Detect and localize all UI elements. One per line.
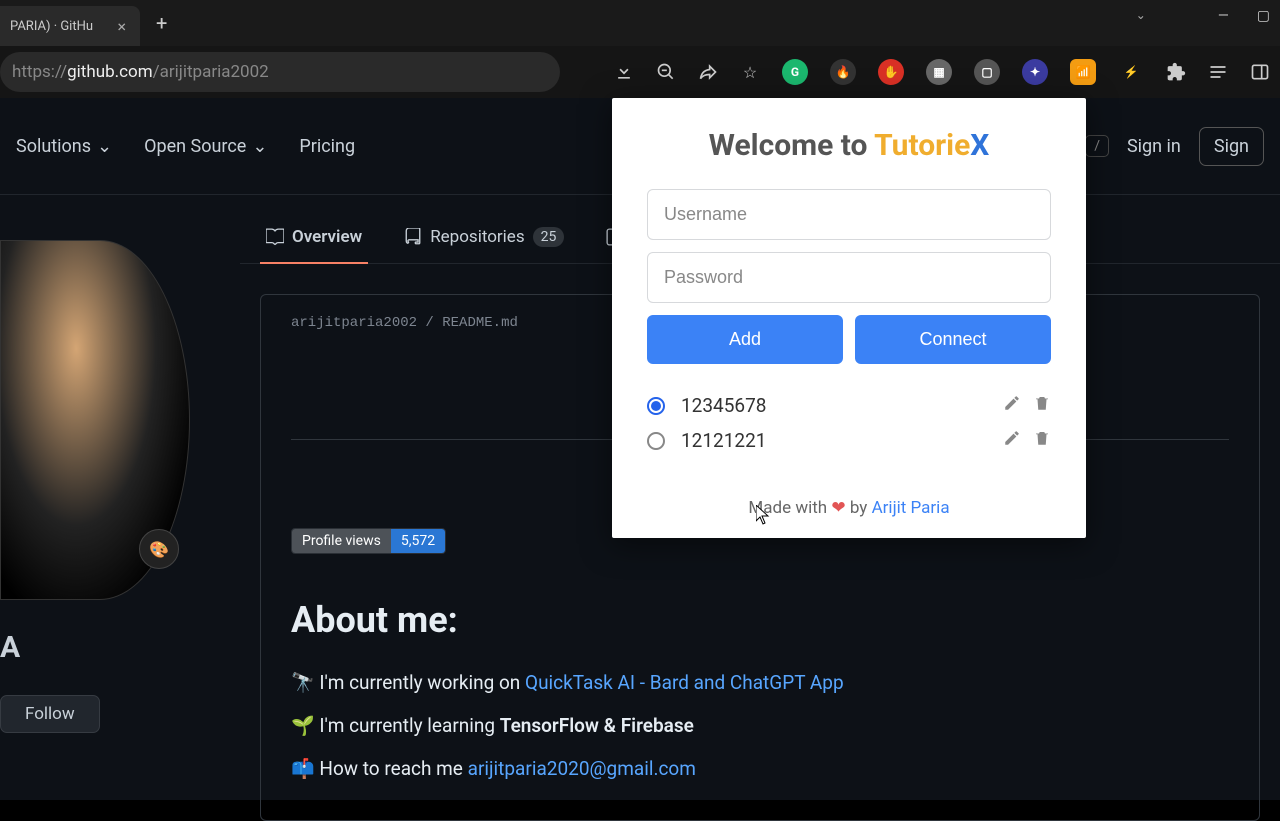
about-heading: About me: [291,599,1229,641]
nav-pricing[interactable]: Pricing [299,136,355,157]
chevron-down-icon: ⌄ [252,136,267,157]
email-link[interactable]: arijitparia2020@gmail.com [468,757,696,780]
popup-footer: Made with ❤ by Arijit Paria [647,498,1051,518]
ext-icon-2[interactable]: 🔥 [830,59,856,85]
window-controls: ⌄ — ▢ [1126,0,1280,32]
edit-icon[interactable] [1003,429,1021,452]
about-item: 📫 How to reach me arijitparia2020@gmail.… [291,757,1229,780]
tabs-dropdown-icon[interactable]: ⌄ [1136,8,1146,24]
book-icon [266,228,284,246]
chevron-down-icon: ⌄ [97,136,112,157]
add-button[interactable]: Add [647,315,843,364]
profile-avatar[interactable]: 🎨 [0,240,190,600]
username-input[interactable] [647,189,1051,240]
address-input[interactable]: https://github.com/arijitparia2002 [0,52,560,92]
share-icon[interactable] [698,62,718,82]
ext-icon-4[interactable]: ▦ [926,59,952,85]
project-link[interactable]: QuickTask AI - Bard and ChatGPT App [525,671,844,694]
author-link[interactable]: Arijit Paria [872,498,950,518]
delete-icon[interactable] [1033,394,1051,417]
follow-button[interactable]: Follow [0,695,100,733]
popup-title: Welcome to TutorieX [647,128,1051,163]
avatar-status-badge[interactable]: 🎨 [139,529,179,569]
nav-open-source[interactable]: Open Source ⌄ [144,136,267,157]
repo-count-badge: 25 [533,227,565,247]
account-row[interactable]: 12121221 [647,423,1051,458]
ext-icon-5[interactable]: ▢ [974,59,1000,85]
browser-tab[interactable]: PARIA) · GitHu × [0,6,140,46]
edit-icon[interactable] [1003,394,1021,417]
sign-in-link[interactable]: Sign in [1127,136,1181,157]
maximize-icon[interactable]: ▢ [1257,8,1270,24]
zoom-icon[interactable] [656,62,676,82]
extensions-puzzle-icon[interactable] [1166,62,1186,82]
profile-sidebar: 🎨 A Follow [0,195,240,821]
search-shortcut-hint[interactable]: / [1085,135,1109,157]
close-tab-icon[interactable]: × [113,17,130,36]
account-row[interactable]: 12345678 [647,388,1051,423]
repo-icon [404,228,422,246]
ext-icon-3[interactable]: ✋ [878,59,904,85]
browser-tab-bar: PARIA) · GitHu × + ⌄ — ▢ [0,0,1280,46]
download-icon[interactable] [614,62,634,82]
connect-button[interactable]: Connect [855,315,1051,364]
radio-selected-icon[interactable] [647,397,665,415]
profile-views-badge: Profile views 5,572 [291,528,446,554]
account-list: 12345678 12121221 [647,388,1051,458]
delete-icon[interactable] [1033,429,1051,452]
tab-repositories[interactable]: Repositories 25 [398,217,570,263]
minimize-icon[interactable]: — [1218,8,1229,24]
tutoriex-ext-icon[interactable]: 📶 [1070,59,1096,85]
password-input[interactable] [647,252,1051,303]
radio-unselected-icon[interactable] [647,432,665,450]
new-tab-button[interactable]: + [156,11,167,35]
tab-title: PARIA) · GitHu [10,19,113,34]
ext-icon-6[interactable]: ✦ [1022,59,1048,85]
url-bar: https://github.com/arijitparia2002 ☆ G 🔥… [0,46,1280,98]
about-item: 🌱 I'm currently learning TensorFlow & Fi… [291,714,1229,737]
sign-up-button[interactable]: Sign [1199,127,1264,166]
about-list: 🔭 I'm currently working on QuickTask AI … [291,671,1229,780]
bookmark-star-icon[interactable]: ☆ [740,62,760,82]
sidebar-toggle-icon[interactable] [1250,62,1270,82]
ext-icon-8[interactable]: ⚡ [1118,59,1144,85]
reading-list-icon[interactable] [1208,62,1228,82]
heart-icon: ❤ [831,498,845,518]
profile-name: A [0,630,240,665]
nav-solutions[interactable]: Solutions ⌄ [16,136,112,157]
about-item: 🔭 I'm currently working on QuickTask AI … [291,671,1229,694]
extension-popup: Welcome to TutorieX Add Connect 12345678… [612,98,1086,538]
grammarly-ext-icon[interactable]: G [782,59,808,85]
tab-overview[interactable]: Overview [260,217,368,263]
